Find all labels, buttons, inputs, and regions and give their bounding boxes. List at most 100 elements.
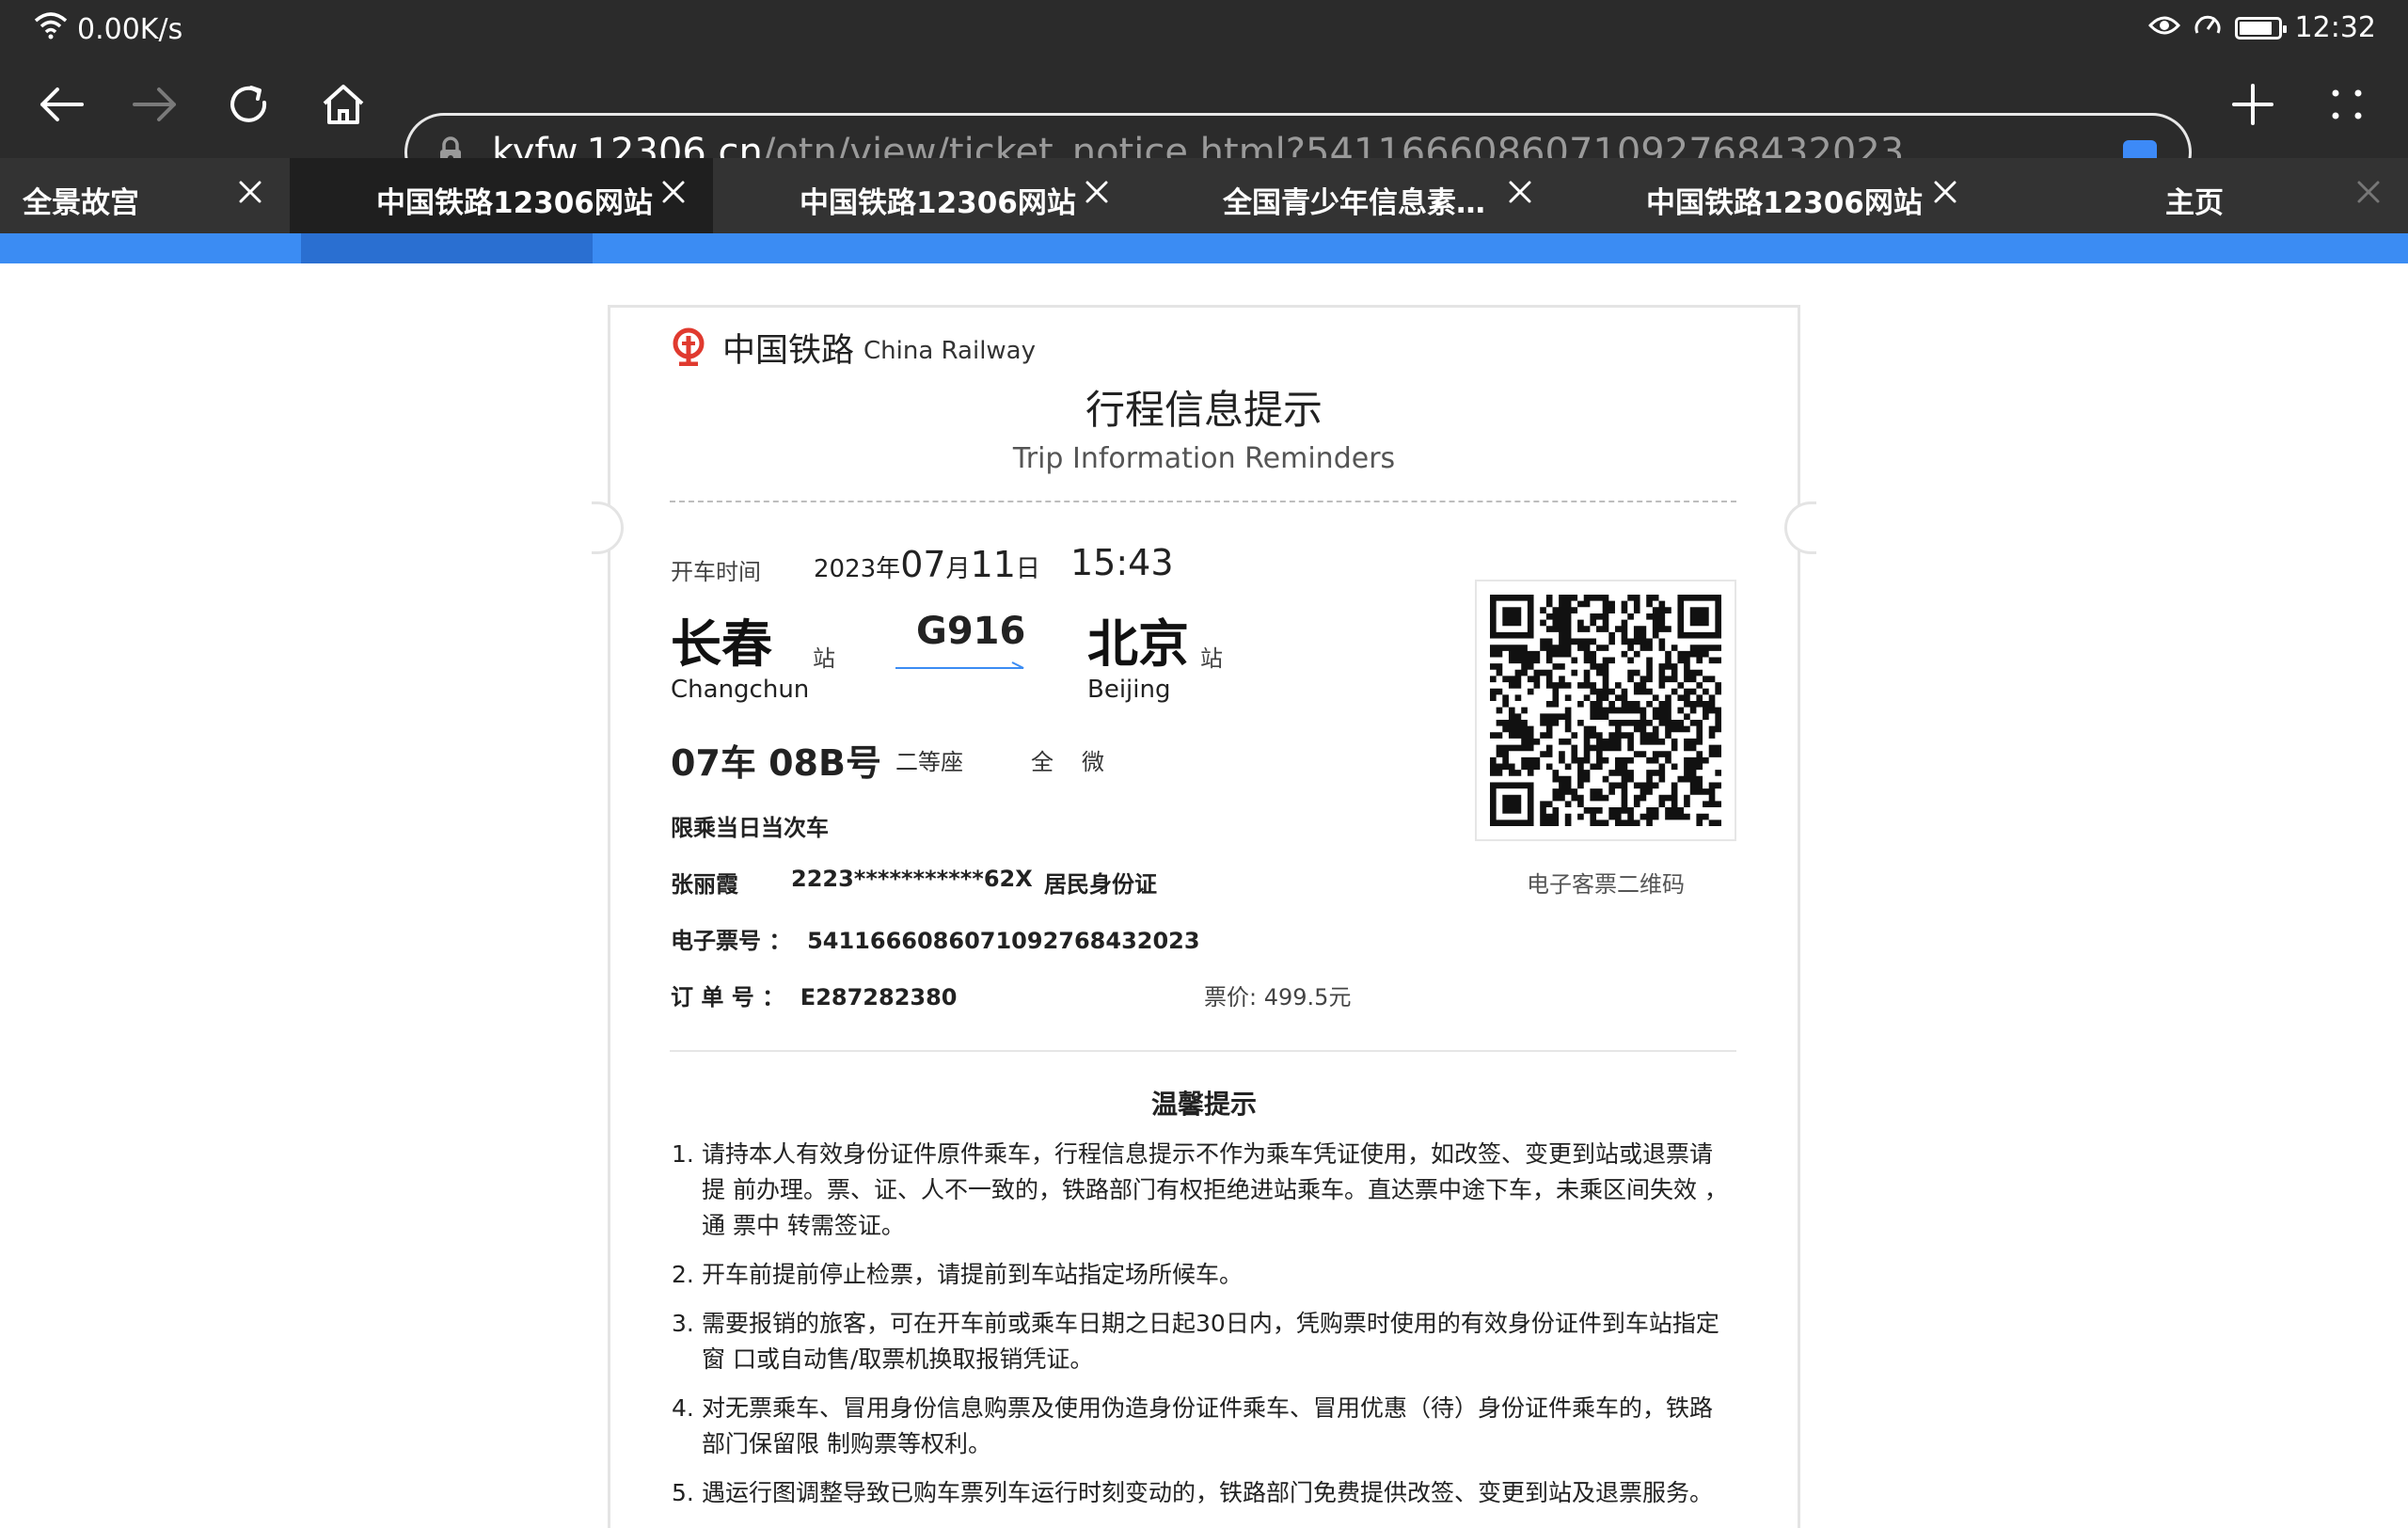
brand-en: China Railway bbox=[863, 336, 1037, 365]
tab-3[interactable]: 全国青少年信息素… bbox=[1136, 158, 1560, 233]
clock: 12:32 bbox=[2294, 11, 2376, 44]
order-number: E287282380 bbox=[800, 984, 958, 1011]
back-arrow-icon bbox=[39, 86, 84, 127]
tab-5[interactable]: 主页 bbox=[1985, 158, 2408, 233]
date-day-unit: 日 bbox=[1015, 555, 1040, 583]
tip-item: 1. 请持本人有效身份证件原件乘车，行程信息提示不作为乘车凭证使用，如改签、变更到… bbox=[672, 1137, 1735, 1244]
battery-icon bbox=[2234, 16, 2287, 40]
china-railway-logo-icon bbox=[670, 326, 707, 370]
reload-button[interactable] bbox=[214, 72, 284, 141]
tips-title: 温馨提示 bbox=[1150, 1089, 1257, 1120]
date-year: 2023 bbox=[814, 555, 877, 583]
order-label: 订 单 号 ： bbox=[671, 984, 785, 1011]
tip-item: 4. 对无票乘车、冒用身份信息购票及使用伪造身份证件乘车、冒用优惠（待）身份证件乘… bbox=[672, 1391, 1735, 1462]
home-button[interactable] bbox=[309, 72, 378, 141]
departure-time: 15:43 bbox=[1070, 542, 1174, 583]
page-title: 行程信息提示 bbox=[1085, 387, 1323, 433]
home-icon bbox=[321, 83, 366, 130]
reload-icon bbox=[227, 82, 272, 131]
forward-button[interactable] bbox=[120, 72, 190, 141]
tip-number: 1. bbox=[672, 1140, 694, 1168]
ticket-restriction: 限乘当日当次车 bbox=[671, 815, 829, 841]
new-tab-button[interactable] bbox=[2218, 72, 2288, 141]
more-dots-icon bbox=[2328, 86, 2366, 127]
date-month-unit: 月 bbox=[945, 555, 971, 583]
section-divider bbox=[670, 1050, 1736, 1052]
seat-number: 07车 08B号 bbox=[671, 742, 881, 784]
site-nav-active bbox=[301, 233, 593, 263]
dashed-divider bbox=[670, 501, 1736, 502]
tip-item: 3. 需要报销的旅客，可在开车前或乘车日期之日起30日内，凭购票时使用的有效身份证… bbox=[672, 1306, 1735, 1377]
to-station: 北京 bbox=[1087, 614, 1189, 674]
qr-code bbox=[1475, 580, 1736, 841]
tip-number: 4. bbox=[672, 1394, 694, 1422]
eticket-label: 电子票号 ： bbox=[671, 928, 792, 954]
tab-label: 中国铁路12306网站 bbox=[376, 186, 653, 220]
close-icon[interactable] bbox=[1080, 175, 1114, 209]
wifi-icon bbox=[34, 11, 68, 47]
back-button[interactable] bbox=[26, 72, 96, 141]
site-nav-strip[interactable] bbox=[0, 233, 2408, 263]
tab-label: 全景故宫 bbox=[23, 186, 139, 220]
speed-meter-icon bbox=[2194, 11, 2222, 44]
date-month: 07 bbox=[900, 544, 946, 585]
train-number: G916 bbox=[916, 610, 1026, 653]
from-station: 长春 bbox=[671, 614, 772, 674]
tip-number: 2. bbox=[672, 1261, 694, 1288]
tip-number: 3. bbox=[672, 1310, 694, 1337]
close-icon[interactable] bbox=[1928, 175, 1962, 209]
qr-caption: 电子客票二维码 bbox=[1527, 871, 1685, 898]
to-station-en: Beijing bbox=[1087, 676, 1171, 704]
to-station-suffix: 站 bbox=[1200, 645, 1223, 672]
passenger-id: 2223***********62X bbox=[791, 866, 1033, 892]
close-icon[interactable] bbox=[2352, 175, 2385, 209]
brand-cn: 中国铁路 bbox=[722, 332, 855, 370]
brand: 中国铁路 China Railway bbox=[670, 324, 1036, 372]
tab-strip: 全景故宫 中国铁路12306网站 中国铁路12306网站 全国青少年信息素… 中… bbox=[0, 158, 2408, 233]
tip-number: 5. bbox=[672, 1479, 694, 1506]
plus-icon bbox=[2232, 84, 2273, 129]
tip-text: 请持本人有效身份证件原件乘车，行程信息提示不作为乘车凭证使用，如改签、变更到站或… bbox=[702, 1140, 1728, 1239]
tip-item: 2. 开车前提前停止检票，请提前到车站指定场所候车。 bbox=[672, 1257, 1735, 1293]
tips-list: 1. 请持本人有效身份证件原件乘车，行程信息提示不作为乘车凭证使用，如改签、变更到… bbox=[672, 1137, 1735, 1524]
tab-4[interactable]: 中国铁路12306网站 bbox=[1560, 158, 1985, 233]
status-bar: 0.00K/s 12:32 bbox=[0, 0, 2408, 55]
tab-label: 中国铁路12306网站 bbox=[800, 186, 1076, 220]
price-value: 499.5元 bbox=[1263, 984, 1352, 1011]
tip-text: 需要报销的旅客，可在开车前或乘车日期之日起30日内，凭购票时使用的有效身份证件到… bbox=[702, 1310, 1719, 1373]
price-label: 票价: bbox=[1204, 984, 1258, 1011]
passenger-name: 张丽霞 bbox=[671, 871, 738, 898]
network-speed: 0.00K/s bbox=[77, 12, 183, 46]
departure-date: 2023年07月11日 bbox=[814, 544, 1040, 585]
date-year-unit: 年 bbox=[876, 555, 901, 583]
qr-code-image bbox=[1490, 595, 1721, 826]
from-station-en: Changchun bbox=[671, 676, 810, 704]
close-icon[interactable] bbox=[233, 175, 267, 209]
close-icon[interactable] bbox=[1503, 175, 1537, 209]
tip-item: 5. 遇运行图调整导致已购车票列车运行时刻变动的，铁路部门免费提供改签、变更到站及… bbox=[672, 1475, 1735, 1511]
tab-label: 全国青少年信息素… bbox=[1223, 186, 1485, 220]
fare-type: 全 bbox=[1031, 749, 1054, 775]
train-arrow-icon bbox=[895, 661, 1024, 669]
from-station-suffix: 站 bbox=[813, 645, 835, 672]
departure-label: 开车时间 bbox=[671, 559, 761, 585]
eticket-number: 541166608607109276843202​3 bbox=[807, 928, 1200, 954]
tab-label: 中国铁路12306网站 bbox=[1646, 186, 1923, 220]
forward-arrow-icon bbox=[133, 86, 178, 127]
tab-0[interactable]: 全景故宫 bbox=[0, 158, 290, 233]
id-type: 居民身份证 bbox=[1044, 871, 1157, 898]
tip-text: 开车前提前停止检票，请提前到车站指定场所候车。 bbox=[702, 1261, 1244, 1288]
tip-text: 对无票乘车、冒用身份信息购票及使用伪造身份证件乘车、冒用优惠（待）身份证件乘车的… bbox=[702, 1394, 1714, 1457]
close-icon[interactable] bbox=[657, 175, 690, 209]
browser-toolbar: kyfw.12306.cn/otn/view/ticket_notice.htm… bbox=[0, 55, 2408, 192]
purchase-channel: 微 bbox=[1082, 749, 1104, 775]
tip-text: 遇运行图调整导致已购车票列车运行时刻变动的，铁路部门免费提供改签、变更到站及退票… bbox=[702, 1479, 1714, 1506]
date-day: 11 bbox=[970, 544, 1016, 585]
tab-2[interactable]: 中国铁路12306网站 bbox=[713, 158, 1136, 233]
menu-button[interactable] bbox=[2312, 72, 2382, 141]
order-row: 订 单 号 ： E287282380 bbox=[671, 979, 957, 1011]
tab-label: 主页 bbox=[2165, 186, 2224, 220]
tab-1[interactable]: 中国铁路12306网站 bbox=[290, 158, 713, 233]
eticket-row: 电子票号 ： 541166608607109276843202​3 bbox=[671, 922, 1200, 955]
eye-comfort-icon bbox=[2147, 11, 2180, 44]
